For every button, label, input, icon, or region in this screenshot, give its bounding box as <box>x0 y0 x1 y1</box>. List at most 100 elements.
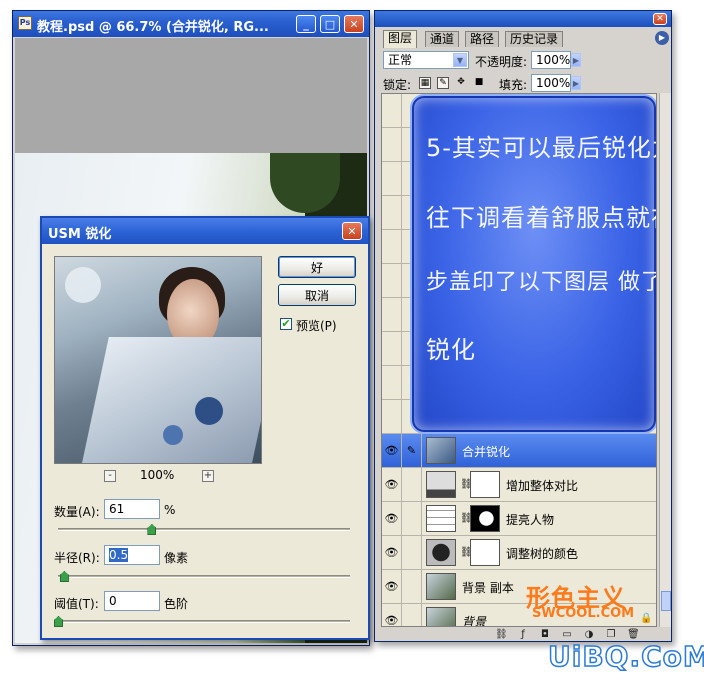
visibility-cell[interactable] <box>382 298 402 331</box>
chevron-down-icon[interactable]: ▼ <box>453 53 467 67</box>
amount-unit: % <box>164 503 176 517</box>
link-cell[interactable] <box>402 468 422 501</box>
visibility-cell[interactable] <box>382 366 402 399</box>
layer-name: 调整树的颜色 <box>506 547 579 561</box>
layers-scrollbar[interactable] <box>659 93 671 627</box>
lock-all-icon[interactable]: ■ <box>473 77 485 89</box>
eye-icon[interactable]: 👁 <box>382 502 402 535</box>
opacity-label: 不透明度: <box>475 55 528 69</box>
levels-adjustment-icon[interactable] <box>426 471 456 498</box>
layer-thumbnail[interactable] <box>426 573 456 600</box>
close-button[interactable]: ✕ <box>344 15 364 33</box>
document-titlebar[interactable]: Ps 教程.psd @ 66.7% (合并锐化, RG... _ □ ✕ <box>13 11 369 37</box>
hue-saturation-icon[interactable] <box>426 539 456 566</box>
lock-label: 锁定: <box>383 78 412 92</box>
curves-adjustment-icon[interactable] <box>426 505 456 532</box>
dialog-title: USM 锐化 <box>48 227 112 242</box>
layer-mask-thumbnail[interactable] <box>470 539 500 566</box>
dialog-close-button[interactable]: ✕ <box>342 222 362 240</box>
preview-flower-shape <box>163 425 183 445</box>
layer-mask-thumbnail[interactable] <box>470 471 500 498</box>
chevron-right-icon[interactable]: ▶ <box>571 76 581 90</box>
layer-name: 背景 <box>462 615 487 627</box>
layer-name: 合并锐化 <box>462 445 511 459</box>
brush-icon[interactable]: ✎ <box>402 434 422 467</box>
visibility-cell[interactable] <box>382 400 402 433</box>
amount-input[interactable]: 61 <box>104 499 160 519</box>
visibility-cell[interactable] <box>382 162 402 195</box>
layer-name: 背景 副本 <box>462 581 514 595</box>
layers-list[interactable]: 👁 ✎ 合并锐化 👁 ⛓ 增加整体对比 👁 ⛓ 提亮人物 👁 ⛓ 调整树的颜色 … <box>381 93 657 627</box>
fill-value: 100% <box>536 76 571 90</box>
eye-icon[interactable]: 👁 <box>382 434 402 467</box>
layer-row-contrast[interactable]: 👁 ⛓ 增加整体对比 <box>382 468 656 502</box>
filter-preview-image[interactable] <box>54 256 262 464</box>
threshold-input[interactable]: 0 <box>104 591 160 611</box>
tutorial-annotation-box: 5-其实可以最后锐化为了 往下调看着舒服点就在这 步盖印了以下图层 做了USM … <box>412 96 656 432</box>
opacity-input[interactable]: 100% <box>531 51 571 69</box>
lock-icon: 🔒 <box>640 613 653 624</box>
cancel-button[interactable]: 取消 <box>278 284 356 306</box>
layer-name: 提亮人物 <box>506 513 555 527</box>
scrollbar-thumb[interactable] <box>661 591 671 611</box>
preview-flower-shape <box>195 397 223 425</box>
amount-slider-thumb[interactable] <box>147 524 157 535</box>
radius-slider-thumb[interactable] <box>59 571 69 582</box>
dialog-titlebar[interactable]: USM 锐化 ✕ <box>42 218 368 244</box>
canvas-background[interactable] <box>15 38 367 153</box>
visibility-cell[interactable] <box>382 264 402 297</box>
tab-channels[interactable]: 通道 <box>425 31 460 47</box>
fill-input[interactable]: 100% <box>531 74 571 92</box>
tab-layers[interactable]: 图层 <box>383 30 418 48</box>
eye-icon[interactable]: 👁 <box>382 570 402 603</box>
layer-thumbnail[interactable] <box>426 437 456 464</box>
radius-value: 0.5 <box>109 548 129 562</box>
minimize-button[interactable]: _ <box>296 15 316 33</box>
eye-icon[interactable]: 👁 <box>382 536 402 569</box>
layer-row-tree-color[interactable]: 👁 ⛓ 调整树的颜色 <box>382 536 656 570</box>
link-layers-icon[interactable]: ⛓ <box>495 629 508 641</box>
tab-paths[interactable]: 路径 <box>465 31 500 47</box>
layer-style-icon[interactable]: ƒ <box>517 629 529 641</box>
eye-icon[interactable]: 👁 <box>382 604 402 626</box>
visibility-cell[interactable] <box>382 128 402 161</box>
radius-input[interactable]: 0.5 <box>104 545 160 565</box>
visibility-cell[interactable] <box>382 94 402 127</box>
layer-row-merged-sharpen[interactable]: 👁 ✎ 合并锐化 <box>382 434 656 468</box>
eye-icon[interactable]: 👁 <box>382 468 402 501</box>
maximize-button[interactable]: □ <box>320 15 340 33</box>
amount-slider-track[interactable] <box>58 528 350 531</box>
lock-image-icon[interactable]: ✎ <box>437 77 449 89</box>
chevron-right-icon[interactable]: ▶ <box>571 53 581 67</box>
visibility-cell[interactable] <box>382 196 402 229</box>
threshold-label: 阈值(T): <box>54 597 99 611</box>
photoshop-doc-icon: Ps <box>18 16 32 30</box>
lock-position-icon[interactable]: ✥ <box>455 77 467 89</box>
layer-thumbnail[interactable] <box>426 607 456 626</box>
layer-row-brighten-person[interactable]: 👁 ⛓ 提亮人物 <box>382 502 656 536</box>
panel-menu-icon[interactable]: ▶ <box>655 31 669 45</box>
document-title: 教程.psd @ 66.7% (合并锐化, RG... <box>37 20 269 35</box>
preview-checkbox[interactable]: ✔ <box>280 318 292 330</box>
visibility-cell[interactable] <box>382 332 402 365</box>
layers-panel: ✕ 图层 通道 路径 历史记录 ▶ 正常 ▼ 不透明度: 100% ▶ 锁定: … <box>374 10 672 642</box>
panel-close-button[interactable]: ✕ <box>653 13 667 25</box>
tab-history[interactable]: 历史记录 <box>505 31 564 47</box>
link-cell[interactable] <box>402 604 422 626</box>
ok-button[interactable]: 好 <box>278 256 356 278</box>
layer-mask-thumbnail[interactable] <box>470 505 500 532</box>
radius-slider-track[interactable] <box>58 575 350 578</box>
link-cell[interactable] <box>402 502 422 535</box>
panel-titlebar[interactable]: ✕ <box>375 11 671 27</box>
link-cell[interactable] <box>402 536 422 569</box>
zoom-in-button[interactable]: + <box>202 470 214 482</box>
amount-value: 61 <box>109 502 125 516</box>
threshold-slider-thumb[interactable] <box>54 616 63 627</box>
lock-transparent-icon[interactable]: ▦ <box>419 77 431 89</box>
annotation-line: 往下调看着舒服点就在这 <box>426 204 656 232</box>
opacity-value: 100% <box>536 53 571 67</box>
link-cell[interactable] <box>402 570 422 603</box>
threshold-slider-track[interactable] <box>58 620 350 623</box>
zoom-out-button[interactable]: - <box>104 470 116 482</box>
visibility-cell[interactable] <box>382 230 402 263</box>
